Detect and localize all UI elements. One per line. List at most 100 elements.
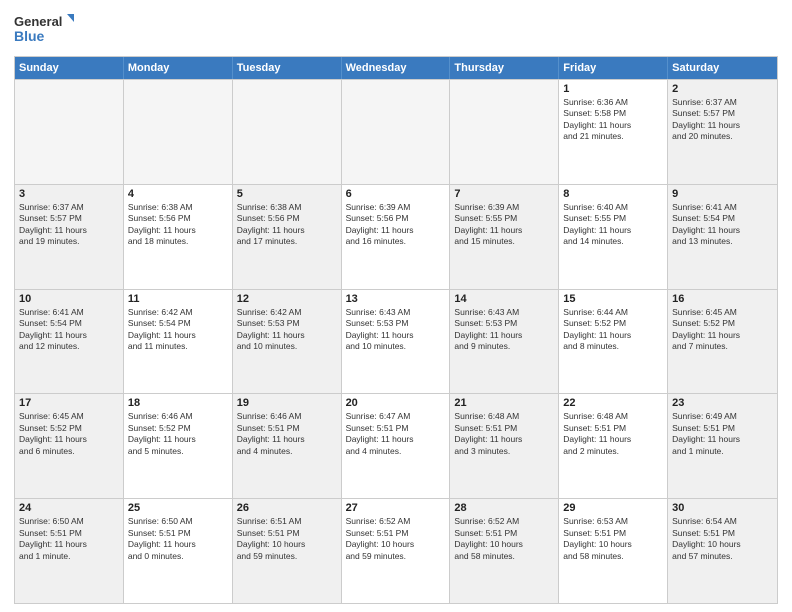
day-info: Sunrise: 6:53 AMSunset: 5:51 PMDaylight:… (563, 516, 663, 562)
empty-cell (233, 80, 342, 184)
calendar-header: SundayMondayTuesdayWednesdayThursdayFrid… (15, 57, 777, 79)
empty-cell (450, 80, 559, 184)
day-number: 20 (346, 397, 446, 409)
day-cell-24: 24Sunrise: 6:50 AMSunset: 5:51 PMDayligh… (15, 499, 124, 603)
day-info: Sunrise: 6:43 AMSunset: 5:53 PMDaylight:… (454, 307, 554, 353)
calendar-row-2: 3 Sunrise: 6:37 AMSunset: 5:57 PMDaylight… (15, 184, 777, 289)
calendar-row-4: 17Sunrise: 6:45 AMSunset: 5:52 PMDayligh… (15, 393, 777, 498)
day-cell-5: 5 Sunrise: 6:38 AMSunset: 5:56 PMDaylight… (233, 185, 342, 289)
day-info: Sunrise: 6:52 AMSunset: 5:51 PMDaylight:… (454, 516, 554, 562)
day-cell-12: 12Sunrise: 6:42 AMSunset: 5:53 PMDayligh… (233, 290, 342, 394)
header-day-thursday: Thursday (450, 57, 559, 79)
day-info: Sunrise: 6:51 AMSunset: 5:51 PMDaylight:… (237, 516, 337, 562)
day-info: Sunrise: 6:39 AMSunset: 5:55 PMDaylight:… (454, 202, 554, 248)
day-cell-20: 20 Sunrise: 6:47 AMSunset: 5:51 PMDayligh… (342, 394, 451, 498)
day-info: Sunrise: 6:41 AMSunset: 5:54 PMDaylight:… (672, 202, 773, 248)
day-cell-1: 1 Sunrise: 6:36 AMSunset: 5:58 PMDaylight… (559, 80, 668, 184)
header-day-saturday: Saturday (668, 57, 777, 79)
day-cell-29: 29 Sunrise: 6:53 AMSunset: 5:51 PMDayligh… (559, 499, 668, 603)
day-number: 24 (19, 502, 119, 514)
day-number: 16 (672, 293, 773, 305)
header: General Blue (14, 12, 778, 48)
header-day-sunday: Sunday (15, 57, 124, 79)
day-cell-11: 11Sunrise: 6:42 AMSunset: 5:54 PMDayligh… (124, 290, 233, 394)
day-info: Sunrise: 6:52 AMSunset: 5:51 PMDaylight:… (346, 516, 446, 562)
day-cell-7: 7 Sunrise: 6:39 AMSunset: 5:55 PMDaylight… (450, 185, 559, 289)
empty-cell (342, 80, 451, 184)
day-cell-9: 9 Sunrise: 6:41 AMSunset: 5:54 PMDaylight… (668, 185, 777, 289)
day-number: 23 (672, 397, 773, 409)
calendar: SundayMondayTuesdayWednesdayThursdayFrid… (14, 56, 778, 604)
day-info: Sunrise: 6:48 AMSunset: 5:51 PMDaylight:… (454, 411, 554, 457)
day-number: 1 (563, 83, 663, 95)
header-day-wednesday: Wednesday (342, 57, 451, 79)
calendar-body: 1 Sunrise: 6:36 AMSunset: 5:58 PMDaylight… (15, 79, 777, 603)
day-cell-18: 18 Sunrise: 6:46 AMSunset: 5:52 PMDayligh… (124, 394, 233, 498)
day-number: 10 (19, 293, 119, 305)
day-info: Sunrise: 6:45 AMSunset: 5:52 PMDaylight:… (19, 411, 119, 457)
day-info: Sunrise: 6:38 AMSunset: 5:56 PMDaylight:… (237, 202, 337, 248)
day-number: 4 (128, 188, 228, 200)
day-info: Sunrise: 6:40 AMSunset: 5:55 PMDaylight:… (563, 202, 663, 248)
day-number: 18 (128, 397, 228, 409)
day-number: 29 (563, 502, 663, 514)
day-cell-4: 4Sunrise: 6:38 AMSunset: 5:56 PMDaylight… (124, 185, 233, 289)
calendar-row-5: 24 Sunrise: 6:50 AMSunset: 5:51 PMDayligh… (15, 498, 777, 603)
day-info: Sunrise: 6:43 AMSunset: 5:53 PMDaylight:… (346, 307, 446, 353)
day-cell-2: 2 Sunrise: 6:37 AMSunset: 5:57 PMDaylight… (668, 80, 777, 184)
day-number: 30 (672, 502, 773, 514)
day-info: Sunrise: 6:48 AMSunset: 5:51 PMDaylight:… (563, 411, 663, 457)
day-number: 15 (563, 293, 663, 305)
day-cell-27: 27 Sunrise: 6:52 AMSunset: 5:51 PMDayligh… (342, 499, 451, 603)
day-number: 2 (672, 83, 773, 95)
day-number: 9 (672, 188, 773, 200)
empty-cell (124, 80, 233, 184)
day-number: 14 (454, 293, 554, 305)
day-cell-8: 8 Sunrise: 6:40 AMSunset: 5:55 PMDaylight… (559, 185, 668, 289)
day-cell-21: 21 Sunrise: 6:48 AMSunset: 5:51 PMDayligh… (450, 394, 559, 498)
day-info: Sunrise: 6:39 AMSunset: 5:56 PMDaylight:… (346, 202, 446, 248)
day-info: Sunrise: 6:37 AMSunset: 5:57 PMDaylight:… (19, 202, 119, 248)
day-number: 5 (237, 188, 337, 200)
day-cell-28: 28Sunrise: 6:52 AMSunset: 5:51 PMDayligh… (450, 499, 559, 603)
svg-text:General: General (14, 14, 62, 29)
day-number: 3 (19, 188, 119, 200)
day-number: 13 (346, 293, 446, 305)
day-info: Sunrise: 6:41 AMSunset: 5:54 PMDaylight:… (19, 307, 119, 353)
day-info: Sunrise: 6:42 AMSunset: 5:53 PMDaylight:… (237, 307, 337, 353)
day-cell-3: 3 Sunrise: 6:37 AMSunset: 5:57 PMDaylight… (15, 185, 124, 289)
day-cell-13: 13 Sunrise: 6:43 AMSunset: 5:53 PMDayligh… (342, 290, 451, 394)
day-number: 8 (563, 188, 663, 200)
day-number: 26 (237, 502, 337, 514)
day-info: Sunrise: 6:54 AMSunset: 5:51 PMDaylight:… (672, 516, 773, 562)
day-number: 7 (454, 188, 554, 200)
calendar-row-1: 1 Sunrise: 6:36 AMSunset: 5:58 PMDaylight… (15, 79, 777, 184)
header-day-tuesday: Tuesday (233, 57, 342, 79)
empty-cell (15, 80, 124, 184)
day-number: 21 (454, 397, 554, 409)
logo: General Blue (14, 12, 74, 48)
day-number: 19 (237, 397, 337, 409)
day-cell-16: 16 Sunrise: 6:45 AMSunset: 5:52 PMDayligh… (668, 290, 777, 394)
day-info: Sunrise: 6:45 AMSunset: 5:52 PMDaylight:… (672, 307, 773, 353)
day-number: 25 (128, 502, 228, 514)
day-number: 22 (563, 397, 663, 409)
day-info: Sunrise: 6:49 AMSunset: 5:51 PMDaylight:… (672, 411, 773, 457)
day-number: 27 (346, 502, 446, 514)
day-number: 6 (346, 188, 446, 200)
day-info: Sunrise: 6:47 AMSunset: 5:51 PMDaylight:… (346, 411, 446, 457)
day-cell-26: 26 Sunrise: 6:51 AMSunset: 5:51 PMDayligh… (233, 499, 342, 603)
header-day-monday: Monday (124, 57, 233, 79)
day-cell-30: 30 Sunrise: 6:54 AMSunset: 5:51 PMDayligh… (668, 499, 777, 603)
day-cell-19: 19Sunrise: 6:46 AMSunset: 5:51 PMDayligh… (233, 394, 342, 498)
day-cell-22: 22 Sunrise: 6:48 AMSunset: 5:51 PMDayligh… (559, 394, 668, 498)
day-info: Sunrise: 6:37 AMSunset: 5:57 PMDaylight:… (672, 97, 773, 143)
calendar-row-3: 10 Sunrise: 6:41 AMSunset: 5:54 PMDayligh… (15, 289, 777, 394)
day-cell-17: 17Sunrise: 6:45 AMSunset: 5:52 PMDayligh… (15, 394, 124, 498)
day-info: Sunrise: 6:44 AMSunset: 5:52 PMDaylight:… (563, 307, 663, 353)
day-cell-6: 6 Sunrise: 6:39 AMSunset: 5:56 PMDaylight… (342, 185, 451, 289)
day-info: Sunrise: 6:46 AMSunset: 5:52 PMDaylight:… (128, 411, 228, 457)
day-info: Sunrise: 6:36 AMSunset: 5:58 PMDaylight:… (563, 97, 663, 143)
logo-svg: General Blue (14, 12, 74, 48)
day-info: Sunrise: 6:50 AMSunset: 5:51 PMDaylight:… (128, 516, 228, 562)
